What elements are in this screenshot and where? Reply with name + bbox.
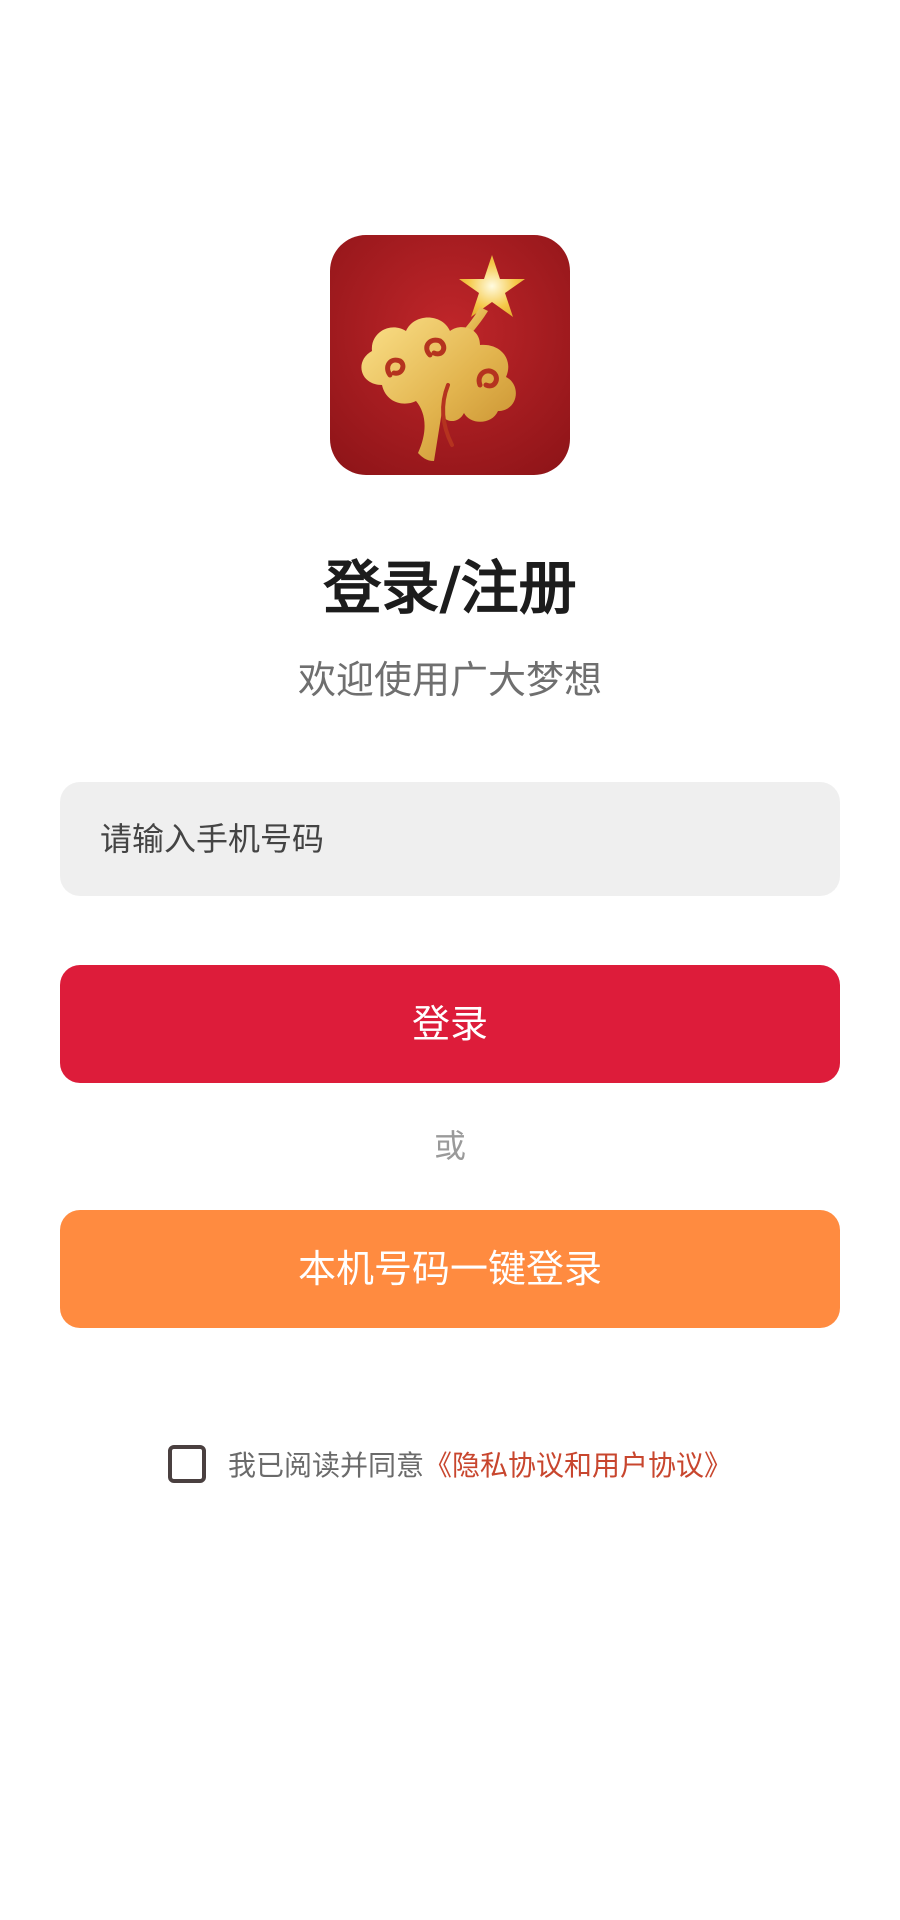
or-divider-label: 或 xyxy=(433,1127,466,1165)
agreement-checkbox[interactable] xyxy=(168,1445,206,1483)
agreement-text: 我已阅读并同意 xyxy=(228,1449,425,1482)
phone-number-input[interactable] xyxy=(60,782,840,896)
login-button[interactable]: 登录 xyxy=(60,965,840,1083)
agreement-row: 我已阅读并同意 《隐私协议和用户协议》 xyxy=(168,1440,732,1488)
page-subtitle: 欢迎使用广大梦想 xyxy=(297,658,602,702)
privacy-agreement-link[interactable]: 《隐私协议和用户协议》 xyxy=(424,1444,732,1484)
app-logo xyxy=(330,235,570,475)
one-click-login-button[interactable]: 本机号码一键登录 xyxy=(60,1210,840,1328)
red-star-cloud-logo-icon xyxy=(330,235,570,475)
page-title: 登录/注册 xyxy=(323,554,577,622)
